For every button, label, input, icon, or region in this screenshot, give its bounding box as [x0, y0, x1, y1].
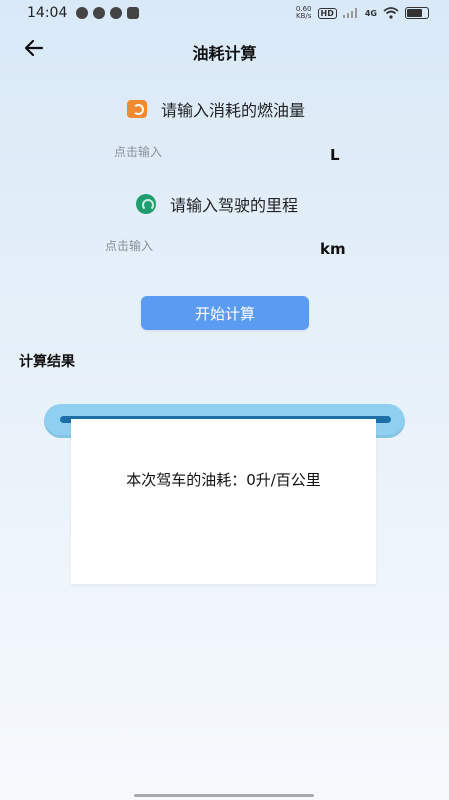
fuel-unit-label: L — [330, 146, 340, 164]
signal-icon — [342, 8, 357, 18]
notification-icon — [76, 7, 88, 19]
status-time: 14:04 — [27, 5, 68, 21]
fuel-gauge-icon — [127, 100, 147, 118]
phone-icon — [110, 7, 122, 19]
notification-icons — [76, 7, 139, 19]
fuel-prompt-label: 请输入消耗的燃油量 — [161, 101, 306, 120]
distance-prompt-label: 请输入驾驶的里程 — [170, 196, 299, 215]
fuel-prompt-row: 请输入消耗的燃油量 — [127, 97, 305, 121]
fuel-amount-input[interactable] — [112, 144, 276, 160]
result-heading: 计算结果 — [19, 354, 75, 370]
network-type-label: 4G — [364, 8, 377, 18]
network-speed: 0.60 KB/s — [296, 6, 312, 20]
wifi-icon — [383, 7, 399, 19]
home-indicator[interactable] — [134, 794, 314, 797]
distance-prompt-row: 请输入驾驶的里程 — [136, 192, 298, 216]
start-calculation-button[interactable]: 开始计算 — [141, 296, 309, 330]
result-receipt-card: 本次驾车的油耗：0升/百公里 — [71, 419, 376, 584]
odometer-icon — [136, 194, 156, 214]
distance-input[interactable] — [103, 238, 267, 254]
page-title: 油耗计算 — [192, 44, 257, 63]
shield-icon — [127, 7, 139, 19]
result-text: 本次驾车的油耗：0升/百公里 — [126, 471, 321, 489]
distance-unit-label: km — [320, 240, 346, 258]
chat-icon — [93, 7, 105, 19]
status-indicators: 0.60 KB/s HD 4G — [296, 6, 429, 20]
hd-badge: HD — [317, 7, 337, 19]
battery-icon — [405, 7, 429, 19]
status-bar: 14:04 0.60 KB/s HD 4G — [0, 0, 449, 28]
network-speed-unit: KB/s — [296, 12, 312, 20]
